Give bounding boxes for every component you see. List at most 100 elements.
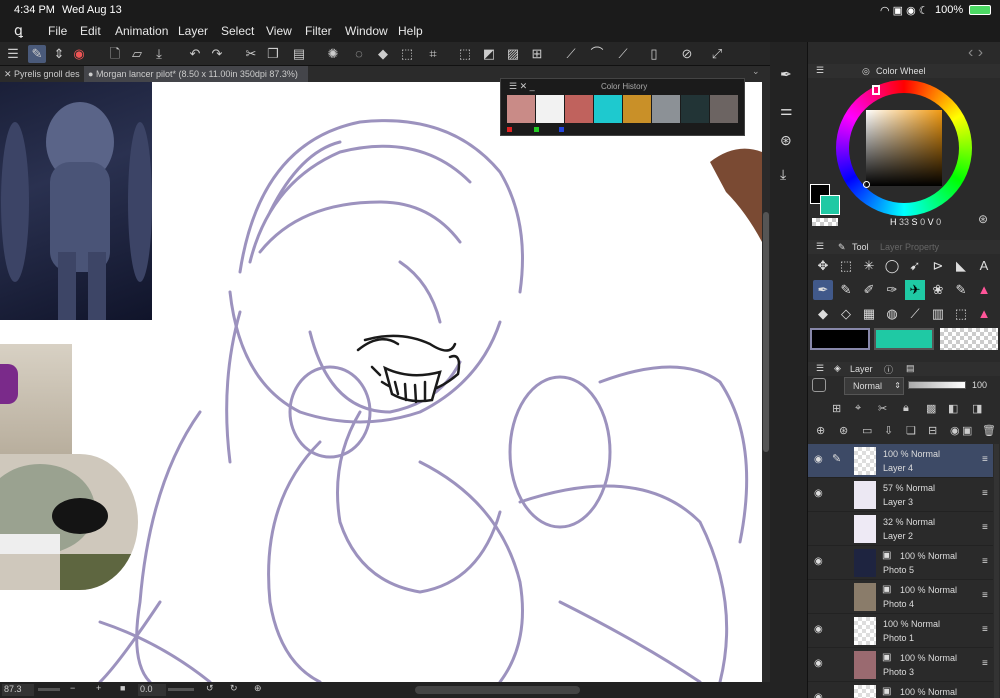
eye-icon[interactable]: ◉ <box>814 454 823 465</box>
opacity-slider[interactable] <box>908 381 966 389</box>
history-swatch[interactable] <box>565 95 593 123</box>
trash-icon[interactable]: 🗑︎ <box>982 424 996 437</box>
redo-icon[interactable]: ↷ <box>208 45 226 63</box>
sub-tool-icon[interactable]: ▲ <box>974 304 994 324</box>
expand-selection-icon[interactable]: ⊞ <box>528 45 546 63</box>
smartphone-icon[interactable]: ▯ <box>645 45 663 63</box>
clear-icon[interactable]: ◌ <box>350 45 368 63</box>
ruler-show-icon[interactable]: ◨ <box>972 402 982 415</box>
close-icon[interactable]: ✕ <box>4 69 14 79</box>
app-logo-icon[interactable]: ꝗ <box>14 22 23 39</box>
copy-icon[interactable]: ❐ <box>264 45 282 63</box>
drag-handle-icon[interactable]: ≡ <box>982 488 988 499</box>
rotate-right-icon[interactable]: ↻ <box>230 683 238 694</box>
reference-layer-icon[interactable]: ⊞ <box>832 402 841 415</box>
pick-tool-icon[interactable]: ⊳ <box>928 256 948 276</box>
copy-layer-icon[interactable]: ❏ <box>906 424 916 437</box>
material-icon[interactable]: ⤓ <box>780 166 786 183</box>
new-vector-layer-icon[interactable]: ⊛ <box>839 424 848 437</box>
decoration-tool-icon[interactable]: ❀ <box>928 280 948 300</box>
sub-color-swatch[interactable] <box>820 195 840 215</box>
object-tool-icon[interactable]: ➹ <box>905 256 925 276</box>
zoom-slider[interactable] <box>38 688 60 691</box>
line-tool-icon[interactable]: ⟋ <box>905 304 925 324</box>
reset-view-icon[interactable]: ⊕ <box>254 683 262 694</box>
fill-tool-icon[interactable]: ◆ <box>813 304 833 324</box>
layer-row[interactable]: ◉ ✎ 100 % Normal Layer 4 ≡ <box>808 444 993 478</box>
ruler-tool-icon[interactable]: ◣ <box>951 256 971 276</box>
menu-file[interactable]: File <box>48 24 67 38</box>
brush-tool-icon[interactable]: ✐ <box>859 280 879 300</box>
sub-view-icon[interactable]: ⊛ <box>780 132 792 149</box>
chevron-updown-icon[interactable]: ⇕ <box>50 45 68 63</box>
combine-icon[interactable]: ⊟ <box>928 424 937 437</box>
history-swatch[interactable] <box>681 95 709 123</box>
layer-scrollbar[interactable] <box>994 444 999 698</box>
rotate-left-icon[interactable]: ↺ <box>206 683 214 694</box>
record-icon[interactable]: ◉ <box>70 45 88 63</box>
layer-row[interactable]: ◉ ▣ 100 % Normal Photo 3 ≡ <box>808 648 993 682</box>
chevron-down-icon[interactable]: ⌄ <box>752 66 760 77</box>
blend-tool-icon[interactable]: ✎ <box>951 280 971 300</box>
new-raster-layer-icon[interactable]: ⊕ <box>816 424 825 437</box>
menu-animation[interactable]: Animation <box>115 24 168 38</box>
panel-collapse-icon[interactable]: ‹ › <box>968 44 983 62</box>
layer-row[interactable]: ◉ ▣ 100 % Normal <box>808 682 993 698</box>
opacity-value[interactable]: 100 <box>972 380 987 390</box>
hue-handle[interactable] <box>872 85 880 95</box>
pen-tool-icon[interactable]: ✒ <box>813 280 833 300</box>
drag-handle-icon[interactable]: ≡ <box>982 454 988 465</box>
pen-icon[interactable]: ⟋ <box>614 45 632 63</box>
save-icon[interactable]: ⤓ <box>150 45 168 63</box>
open-folder-icon[interactable]: ▱ <box>128 45 146 63</box>
menu-view[interactable]: View <box>266 24 292 38</box>
frame-tool-icon[interactable]: ▦ <box>859 304 879 324</box>
zoom-value[interactable]: 87.3 <box>2 684 34 696</box>
menu-help[interactable]: Help <box>398 24 423 38</box>
layer-row[interactable]: ◉ 57 % Normal Layer 3 ≡ <box>808 478 993 512</box>
zoom-out-icon[interactable]: − <box>70 683 75 693</box>
transfer-down-icon[interactable]: ⇩ <box>884 424 893 437</box>
history-icon[interactable]: ▤ <box>906 363 915 374</box>
history-swatch[interactable] <box>623 95 651 123</box>
edit-mode-icon[interactable]: ✎ <box>28 45 46 63</box>
history-swatch[interactable] <box>710 95 738 123</box>
tab-morgan[interactable]: ● Morgan lancer pilot* (8.50 x 11.00in 3… <box>84 66 308 82</box>
transparent-swatch[interactable] <box>812 218 838 226</box>
menu-layer[interactable]: Layer <box>178 24 208 38</box>
panel-menu-icon[interactable]: ☰ <box>816 65 824 76</box>
eye-icon[interactable]: ◉ <box>814 658 823 669</box>
blend-mode-select[interactable]: Normal ⇕ <box>844 377 904 395</box>
sv-handle[interactable] <box>863 181 870 188</box>
eraser-tool-icon[interactable]: ◇ <box>836 304 856 324</box>
layer-row[interactable]: ◉ 32 % Normal Layer 2 ≡ <box>808 512 993 546</box>
zoom-in-icon[interactable]: + <box>96 683 101 693</box>
rotation-value[interactable]: 0.0 <box>138 684 166 696</box>
cake-tool-icon[interactable]: ▲ <box>974 280 994 300</box>
select-all-icon[interactable]: ⬚ <box>456 45 474 63</box>
new-folder-icon[interactable]: ▭ <box>862 424 872 437</box>
layer-row[interactable]: ◉ 100 % Normal Photo 1 ≡ <box>808 614 993 648</box>
hue-ring[interactable] <box>836 80 972 216</box>
liquify-tool-icon[interactable]: ◍ <box>882 304 902 324</box>
layer-row[interactable]: ◉ ▣ 100 % Normal Photo 5 ≡ <box>808 546 993 580</box>
history-swatch[interactable] <box>507 95 535 123</box>
auto-select-tool-icon[interactable]: ✳ <box>859 256 879 276</box>
canvas[interactable] <box>0 82 762 682</box>
menu-select[interactable]: Select <box>221 24 254 38</box>
menu-window[interactable]: Window <box>345 24 388 38</box>
menu-filter[interactable]: Filter <box>305 24 332 38</box>
crop-icon[interactable]: ⌗ <box>424 45 442 63</box>
layer-color-toggle[interactable] <box>812 378 826 392</box>
text-tool-icon[interactable]: A <box>974 256 994 276</box>
rotation-slider[interactable] <box>168 688 194 691</box>
sliders-icon[interactable]: ⚌ <box>780 102 793 119</box>
tab-layer-property[interactable]: Layer Property <box>880 242 939 252</box>
lasso-tool-icon[interactable]: ◯ <box>882 256 902 276</box>
brush-settings-icon[interactable]: ✒ <box>780 66 792 83</box>
marquee-tool-icon[interactable]: ⬚ <box>836 256 856 276</box>
ruler-icon[interactable]: ⟋ <box>562 45 580 63</box>
hamburger-menu-icon[interactable]: ☰ <box>4 45 22 63</box>
clipping-icon[interactable]: ⌖ <box>855 402 861 415</box>
invert-selection-icon[interactable]: ◩ <box>480 45 498 63</box>
